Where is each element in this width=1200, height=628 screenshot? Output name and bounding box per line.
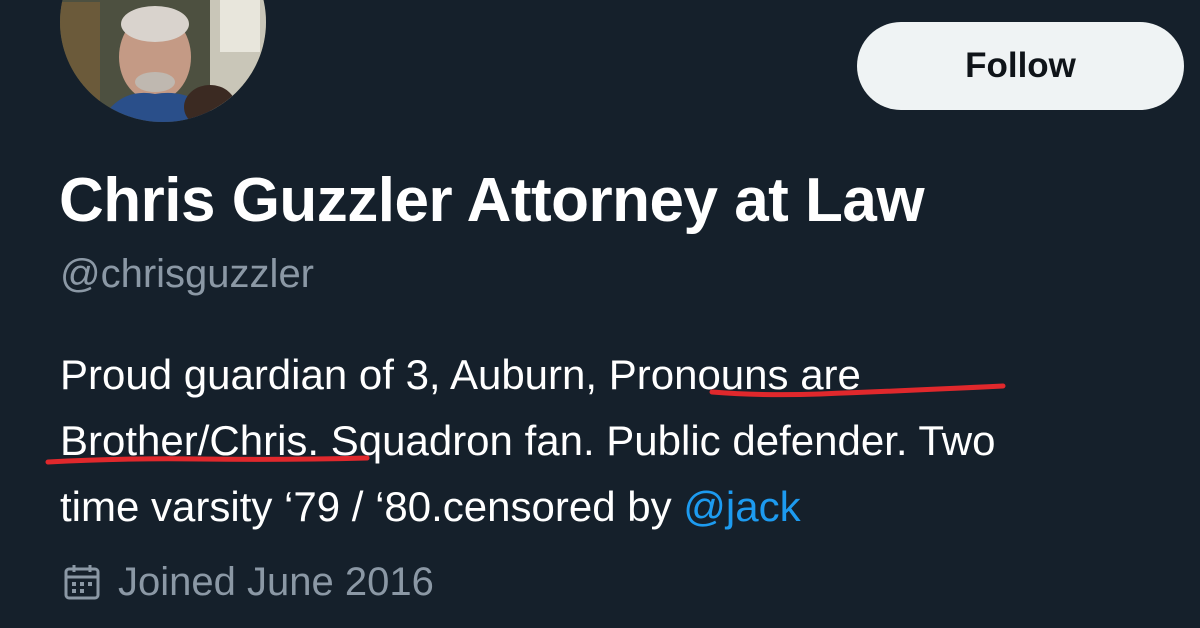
follow-button[interactable]: Follow [857,22,1184,110]
calendar-icon [62,562,102,602]
bio-line-3: time varsity ‘79 / ‘80.censored by @jack [60,474,1170,540]
joined-date: Joined June 2016 [118,559,434,604]
bio-text: Squadron fan. Public defender. Two [319,417,996,464]
user-handle: @chrisguzzler [60,252,315,296]
avatar-photo [60,0,266,122]
bio-underlined-text: Pronouns are [608,351,861,398]
bio-underlined-text: Brother/Chris. [60,417,320,464]
mention-link[interactable]: @jack [683,483,800,530]
bio-text: Proud guardian of 3, Auburn, [60,351,609,398]
avatar[interactable] [60,0,266,122]
joined-date-row: Joined June 2016 [62,556,434,608]
bio-line-2: Brother/Chris. Squadron fan. Public defe… [60,408,1170,474]
bio-text: time varsity ‘79 / ‘80.censored by [60,483,684,530]
display-name: Chris Guzzler Attorney at Law [59,166,925,235]
bio-line-1: Proud guardian of 3, Auburn, Pronouns ar… [60,342,1170,408]
profile-bio: Proud guardian of 3, Auburn, Pronouns ar… [60,342,1170,540]
